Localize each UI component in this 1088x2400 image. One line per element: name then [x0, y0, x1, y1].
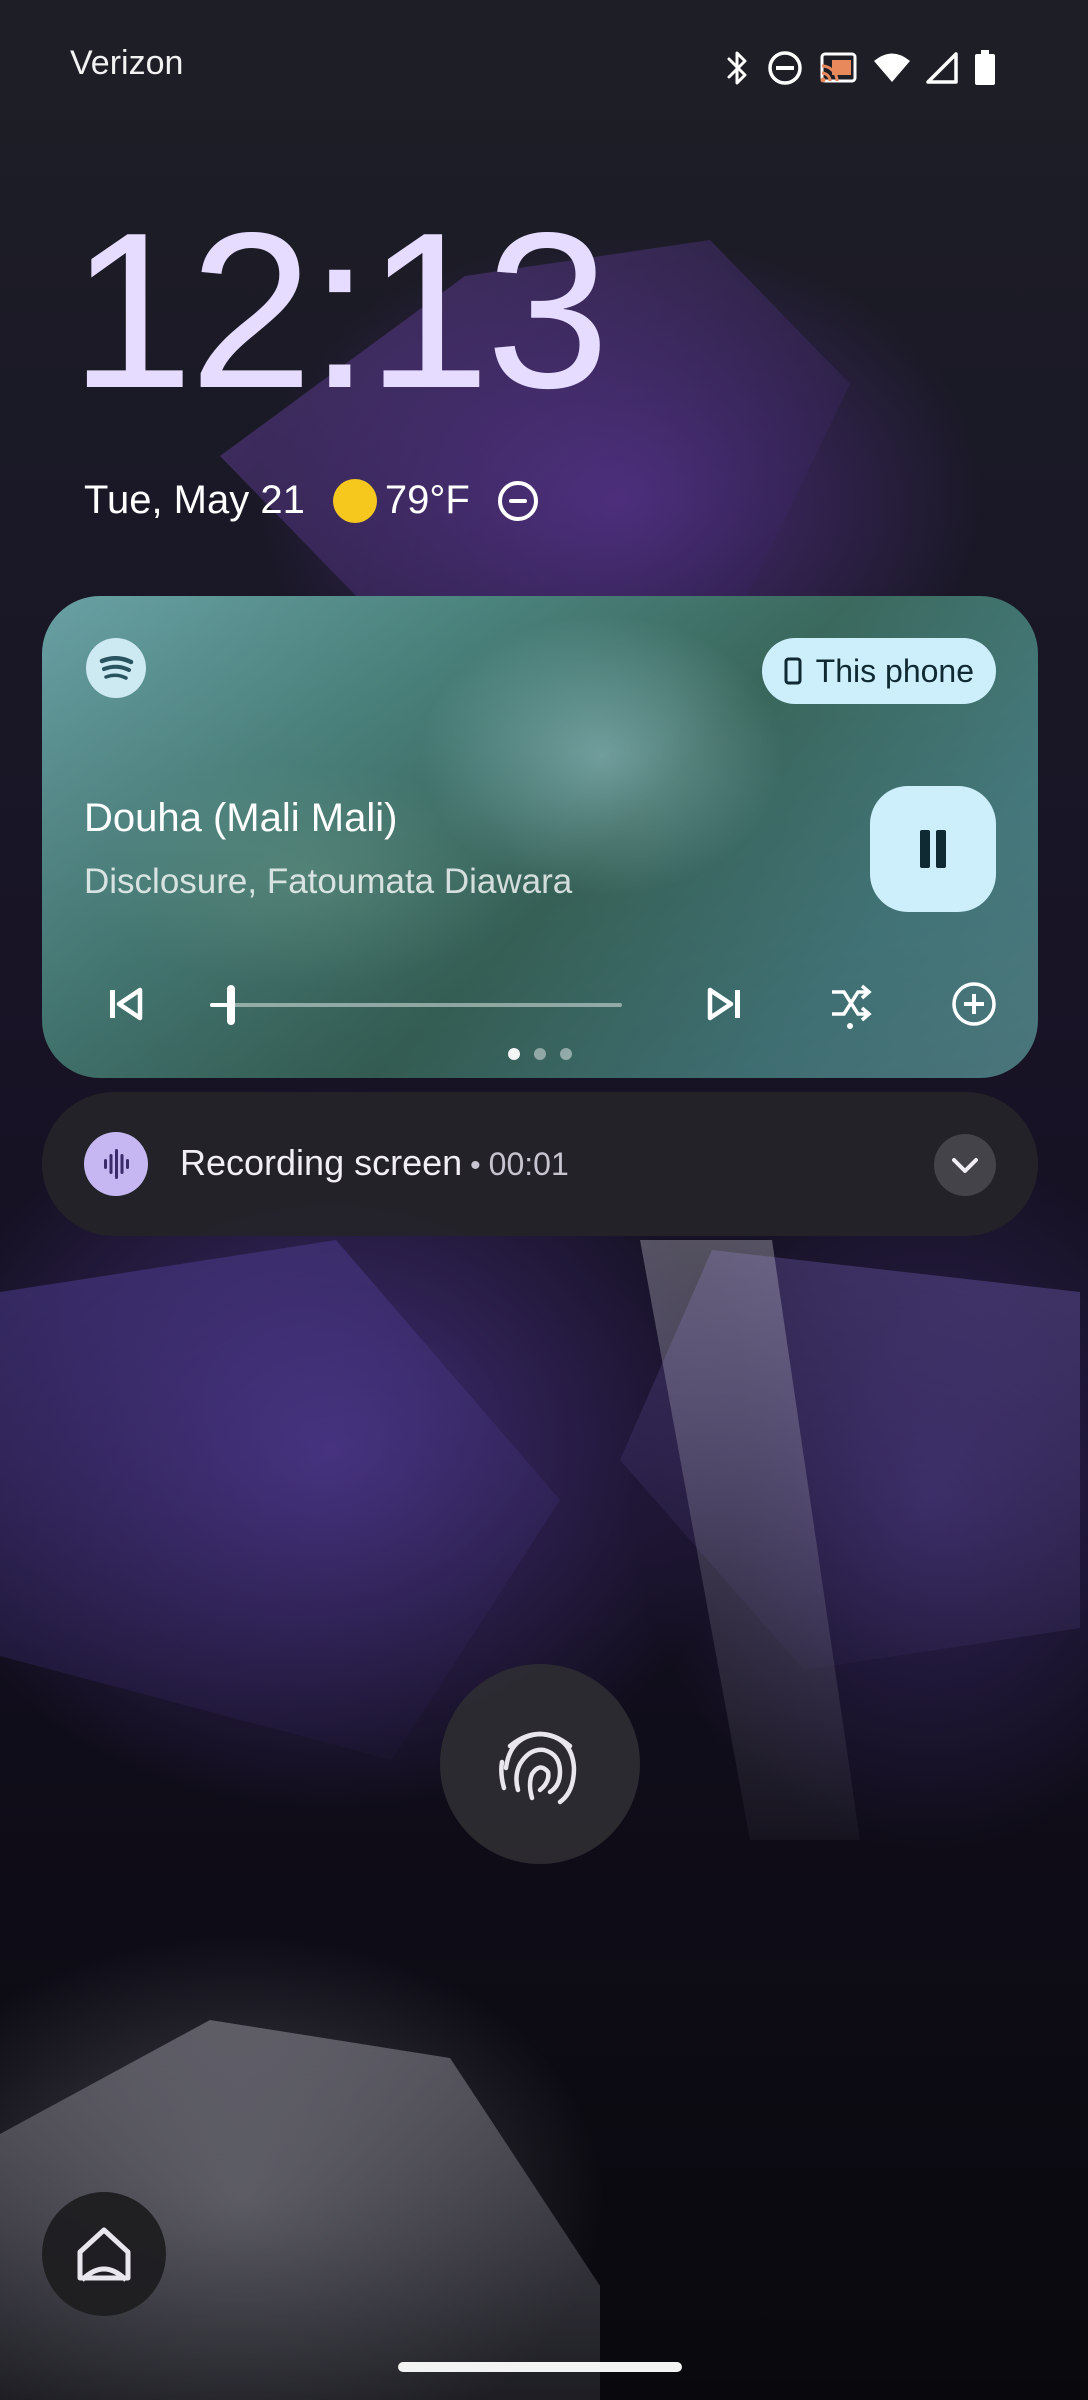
- wifi-icon: [874, 53, 910, 82]
- page-dot: [508, 1048, 520, 1060]
- media-player-card[interactable]: This phone Douha (Mali Mali) Disclosure,…: [42, 596, 1038, 1078]
- output-device-chip[interactable]: This phone: [761, 638, 996, 704]
- date-weather-row[interactable]: Tue, May 21 79°F: [84, 478, 538, 523]
- lockscreen-clock: 12:13: [70, 187, 610, 435]
- gesture-navigation-bar[interactable]: [398, 2362, 682, 2372]
- date-text: Tue, May 21: [84, 478, 305, 522]
- seek-thumb[interactable]: [226, 985, 235, 1025]
- home-shortcut-button[interactable]: [42, 2192, 166, 2316]
- media-page-indicator: [508, 1048, 572, 1060]
- page-dot: [534, 1048, 546, 1060]
- bluetooth-icon: [727, 51, 747, 85]
- sun-icon: [332, 478, 377, 523]
- recording-title: Recording screen: [180, 1142, 463, 1183]
- home-icon: [77, 2227, 131, 2282]
- seek-bar[interactable]: [210, 985, 622, 1025]
- temperature-text: 79°F: [384, 478, 470, 522]
- add-button[interactable]: [946, 976, 1002, 1032]
- track-title: Douha (Mali Mali): [84, 796, 398, 840]
- fingerprint-sensor[interactable]: [440, 1664, 640, 1864]
- recording-elapsed: 00:01: [488, 1146, 569, 1182]
- status-bar: Verizon: [0, 0, 1088, 130]
- shuffle-icon: [832, 984, 872, 1029]
- recording-title-row: Recording screen • 00:01: [180, 1142, 569, 1184]
- next-button[interactable]: [696, 976, 752, 1032]
- do-not-disturb-icon: [768, 51, 802, 85]
- track-artist: Disclosure, Fatoumata Diawara: [84, 862, 573, 901]
- previous-button[interactable]: [98, 976, 154, 1032]
- previous-icon: [110, 987, 143, 1021]
- chevron-down-icon: [952, 1158, 978, 1173]
- pause-button[interactable]: [870, 786, 996, 912]
- output-device-label: This phone: [815, 652, 974, 689]
- cast-icon: [820, 52, 857, 83]
- shuffle-button[interactable]: [822, 976, 878, 1032]
- next-icon: [707, 987, 740, 1021]
- do-not-disturb-icon: [497, 480, 538, 521]
- page-dot: [560, 1048, 572, 1060]
- spotify-icon[interactable]: [86, 638, 146, 698]
- expand-notification-button[interactable]: [934, 1134, 996, 1196]
- status-icons: [722, 48, 996, 88]
- signal-icon: [926, 52, 958, 84]
- recording-separator: •: [470, 1149, 481, 1182]
- recording-notification[interactable]: Recording screen • 00:01: [42, 1092, 1038, 1236]
- add-icon: [952, 982, 996, 1026]
- battery-icon: [975, 50, 995, 85]
- phone-icon: [784, 657, 802, 685]
- fingerprint-icon: [499, 1731, 577, 1805]
- carrier-name: Verizon: [70, 44, 184, 82]
- wallpaper-crystal: [640, 1240, 860, 1840]
- wallpaper-crystal: [620, 1250, 1080, 1670]
- audio-waveform-icon: [84, 1132, 148, 1196]
